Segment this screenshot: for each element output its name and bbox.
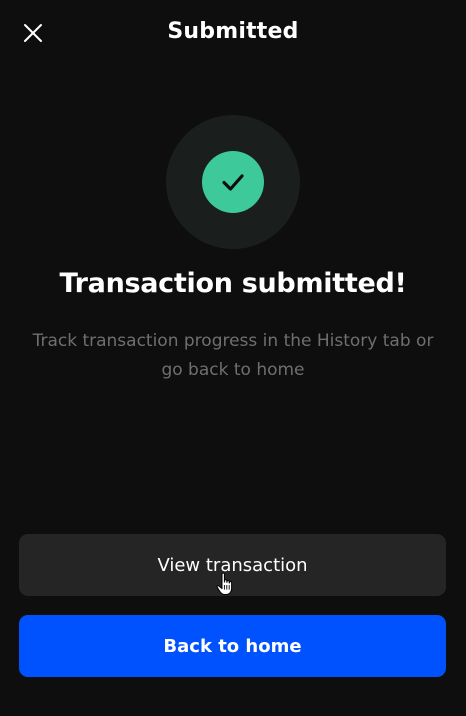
status-headline: Transaction submitted!	[59, 268, 407, 299]
status-subtext: Track transaction progress in the Histor…	[32, 331, 434, 380]
view-transaction-button[interactable]: View transaction	[19, 534, 446, 596]
page-title: Submitted	[167, 19, 299, 44]
success-badge	[166, 115, 300, 249]
back-to-home-button[interactable]: Back to home	[19, 615, 446, 677]
checkmark-icon	[222, 174, 244, 191]
header: Submitted	[0, 0, 466, 66]
success-circle	[202, 151, 264, 213]
